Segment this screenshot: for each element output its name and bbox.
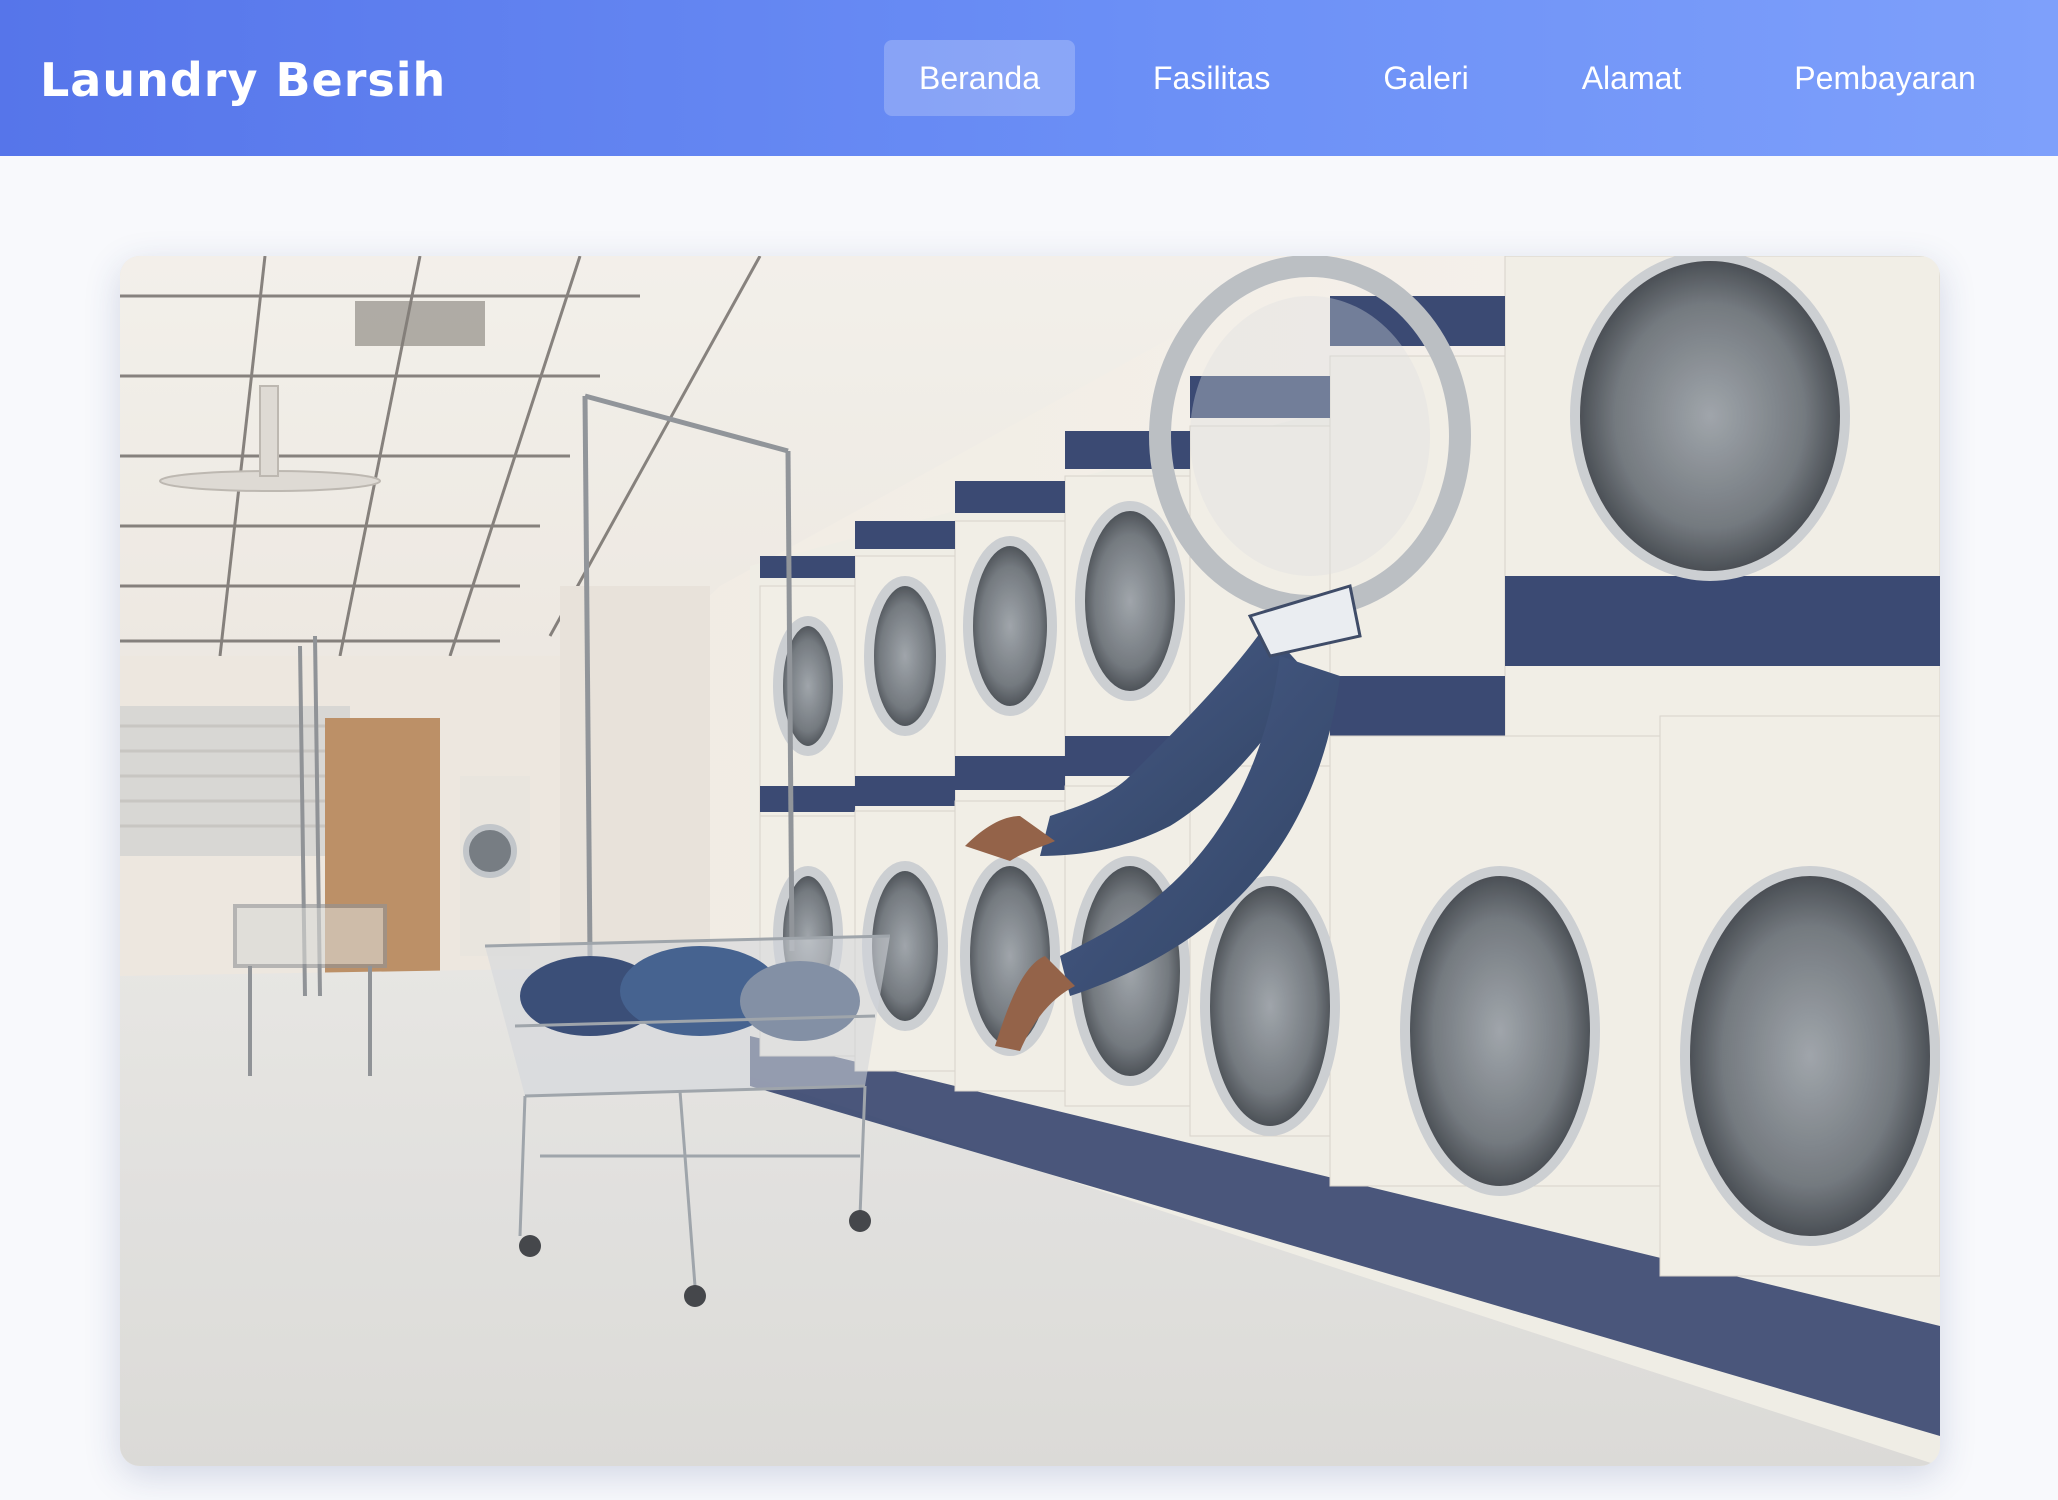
nav-link-beranda[interactable]: Beranda <box>884 40 1075 116</box>
nav-link-fasilitas[interactable]: Fasilitas <box>1118 40 1305 116</box>
hero-image <box>120 256 1940 1466</box>
main-nav: Beranda Fasilitas Galeri Alamat Pembayar… <box>884 40 2011 116</box>
site-brand-logo[interactable]: Laundry Bersih <box>40 50 446 110</box>
nav-link-galeri[interactable]: Galeri <box>1348 40 1503 116</box>
nav-link-alamat[interactable]: Alamat <box>1547 40 1717 116</box>
laundromat-photo <box>120 256 1940 1466</box>
top-navbar: Laundry Bersih Beranda Fasilitas Galeri … <box>0 0 2058 156</box>
nav-link-pembayaran[interactable]: Pembayaran <box>1759 40 2010 116</box>
